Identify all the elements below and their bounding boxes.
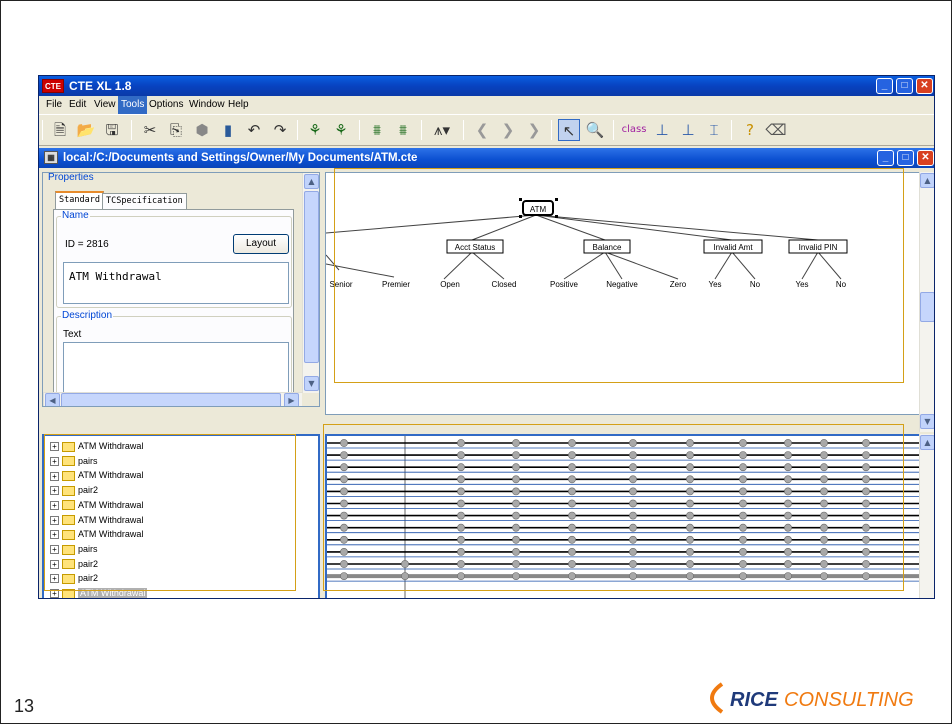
- properties-panel: Properties Standard TCSpecification Name…: [42, 172, 320, 407]
- scroll-right-icon[interactable]: ▶: [284, 393, 299, 406]
- scroll-thumb[interactable]: [304, 191, 319, 363]
- menu-view[interactable]: View: [91, 96, 119, 114]
- app-titlebar[interactable]: CTE CTE XL 1.8 _ □ ✕: [39, 76, 934, 96]
- page-number: 13: [14, 696, 35, 716]
- properties-horizontal-scrollbar[interactable]: ◀ ▶: [43, 392, 302, 406]
- scroll-down-icon[interactable]: ▼: [304, 376, 319, 391]
- maximize-icon: □: [902, 152, 909, 163]
- tree-layout-icon[interactable]: ⚘: [304, 119, 326, 141]
- tree-layout-alt-icon[interactable]: ⚘: [330, 119, 352, 141]
- menu-window[interactable]: Window: [186, 96, 228, 114]
- scroll-down-icon[interactable]: ▼: [920, 414, 934, 429]
- align-icon[interactable]: ⌶: [703, 119, 725, 141]
- h-scroll-thumb[interactable]: [61, 393, 281, 406]
- up-icon[interactable]: ❯: [497, 119, 519, 141]
- classify-alt-icon[interactable]: ⩩: [392, 119, 414, 141]
- menubar: File Edit View Tools Options Window Help: [39, 96, 934, 114]
- doc-maximize-button[interactable]: □: [897, 150, 914, 166]
- menu-edit[interactable]: Edit: [66, 96, 89, 114]
- menu-tools[interactable]: Tools: [118, 96, 148, 114]
- scroll-up-icon[interactable]: ▲: [304, 174, 319, 189]
- close-button[interactable]: ✕: [916, 78, 933, 94]
- properties-legend: Properties: [47, 172, 95, 183]
- paste-icon[interactable]: ⬢: [191, 119, 213, 141]
- select-tool-icon[interactable]: ↖: [558, 119, 580, 141]
- maximize-icon: □: [901, 80, 908, 91]
- tab-standard[interactable]: Standard: [55, 191, 104, 210]
- description-legend: Description: [61, 310, 114, 321]
- split-icon[interactable]: ⊥: [651, 119, 673, 141]
- name-legend: Name: [61, 210, 90, 221]
- svg-text:CONSULTING: CONSULTING: [784, 689, 914, 711]
- classify-icon[interactable]: ⩩: [366, 119, 388, 141]
- zoom-icon[interactable]: 🔍: [584, 119, 606, 141]
- redo-icon[interactable]: ↷: [269, 119, 291, 141]
- delete-icon[interactable]: ▮: [217, 119, 239, 141]
- name-field[interactable]: ATM Withdrawal: [63, 262, 289, 304]
- help-icon[interactable]: ?: [739, 119, 761, 141]
- properties-vertical-scrollbar[interactable]: ▲ ▼: [302, 173, 319, 393]
- document-titlebar[interactable]: ▦ local:/C:/Documents and Settings/Owner…: [39, 148, 934, 168]
- save-icon[interactable]: 🖫: [101, 119, 123, 141]
- minimize-button[interactable]: _: [876, 78, 893, 94]
- menu-file[interactable]: File: [43, 96, 65, 114]
- document-icon[interactable]: 🗎: [49, 119, 71, 141]
- document-window-icon: ▦: [44, 151, 58, 164]
- close-icon: ✕: [921, 152, 930, 163]
- toolbar: 🗎 📂 🖫 ✂ ⎘ ⬢ ▮ ↶ ↷ ⚘ ⚘ ⩩ ⩩ ⩚▾ ❮ ❯ ❯ ↖ 🔍 c…: [39, 114, 934, 146]
- tab-tcspecification[interactable]: TCSpecification: [102, 193, 187, 209]
- tree-scroll-thumb[interactable]: [920, 292, 934, 322]
- back-icon[interactable]: ❮: [471, 119, 493, 141]
- cte-app-icon: CTE: [42, 79, 64, 93]
- layout-button[interactable]: Layout: [233, 234, 289, 254]
- close-icon: ✕: [920, 80, 929, 91]
- table-highlight-box: [323, 424, 904, 591]
- tree-highlight-box: [334, 168, 904, 383]
- triangle-menu-icon[interactable]: ⩚▾: [428, 119, 456, 141]
- tree-vertical-scrollbar[interactable]: ▲ ▼: [919, 172, 934, 432]
- rice-consulting-logo: RICE CONSULTING: [710, 682, 914, 714]
- split-alt-icon[interactable]: ⊥: [677, 119, 699, 141]
- tab-body: Name ID = 2816 Layout ATM Withdrawal Des…: [53, 209, 294, 406]
- menu-options[interactable]: Options: [146, 96, 186, 114]
- scroll-up-icon[interactable]: ▲: [920, 435, 934, 450]
- open-folder-icon[interactable]: 📂: [75, 119, 97, 141]
- doc-close-button[interactable]: ✕: [917, 150, 934, 166]
- undo-icon[interactable]: ↶: [243, 119, 265, 141]
- document-title: local:/C:/Documents and Settings/Owner/M…: [63, 152, 418, 164]
- minimize-icon: _: [881, 80, 888, 91]
- clear-icon[interactable]: ⌫: [765, 119, 787, 141]
- id-text: ID = 2816: [65, 239, 109, 250]
- svg-text:RICE: RICE: [730, 689, 778, 711]
- name-fieldset: Name ID = 2816 Layout ATM Withdrawal: [56, 210, 292, 308]
- doc-minimize-button[interactable]: _: [877, 150, 894, 166]
- minimize-icon: _: [882, 152, 889, 163]
- maximize-button[interactable]: □: [896, 78, 913, 94]
- outline-highlight-box: [44, 434, 296, 591]
- table-vertical-scrollbar[interactable]: ▲: [919, 434, 934, 598]
- text-label: Text: [63, 329, 82, 340]
- class-tool-icon[interactable]: class: [620, 119, 648, 141]
- scroll-left-icon[interactable]: ◀: [45, 393, 60, 406]
- forward-icon[interactable]: ❯: [523, 119, 545, 141]
- cut-icon[interactable]: ✂: [139, 119, 161, 141]
- scroll-up-icon[interactable]: ▲: [920, 173, 934, 188]
- copy-icon[interactable]: ⎘: [165, 119, 187, 141]
- app-title: CTE XL 1.8: [69, 79, 132, 93]
- menu-help[interactable]: Help: [225, 96, 252, 114]
